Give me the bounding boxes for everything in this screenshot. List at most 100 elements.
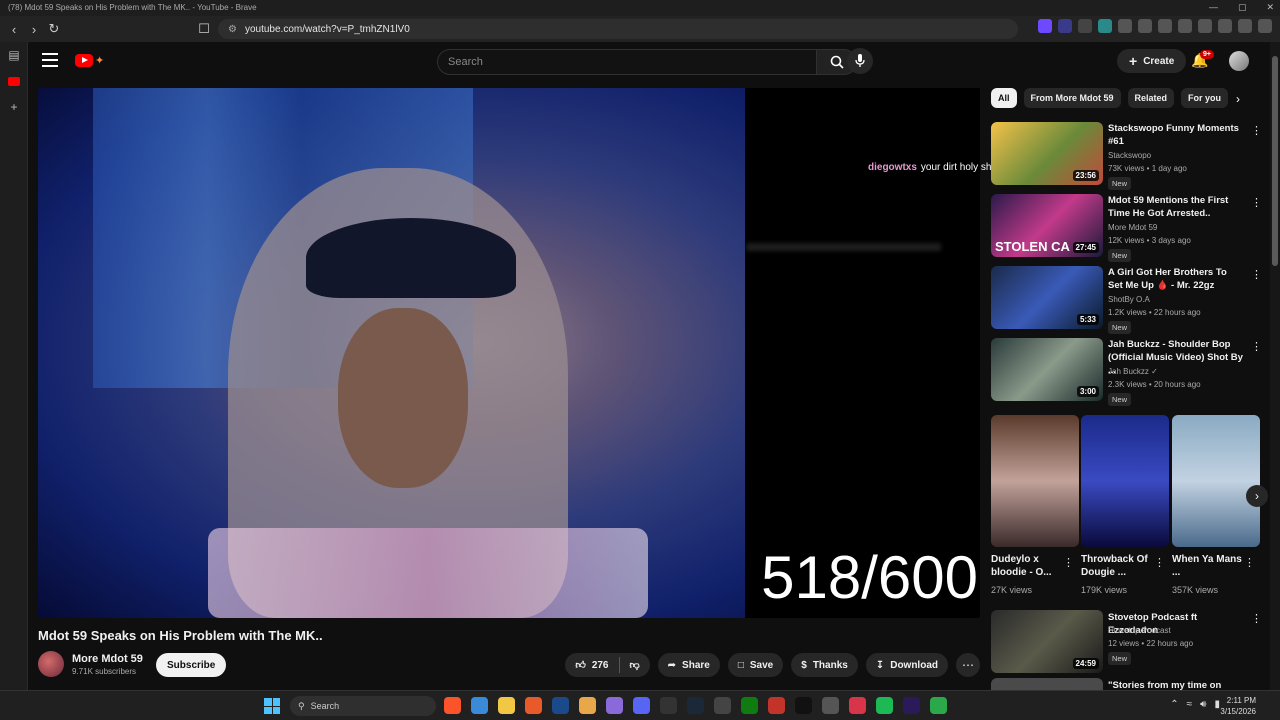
- kebab-menu-icon[interactable]: ⋮: [1251, 268, 1262, 281]
- rec-title[interactable]: Stackswopo Funny Moments #61: [1108, 122, 1244, 148]
- extension-icon[interactable]: [1038, 19, 1052, 33]
- video-player[interactable]: 518/600: [38, 88, 980, 618]
- scrollbar-thumb[interactable]: [1272, 56, 1278, 266]
- chevron-up-icon[interactable]: ⌃: [1170, 699, 1178, 710]
- rec-channel[interactable]: More Mdot 59: [1108, 223, 1157, 232]
- short-title[interactable]: Throwback Of Dougie ...: [1081, 553, 1153, 579]
- app-icon[interactable]: [714, 697, 731, 714]
- save-button[interactable]: □ Save: [727, 653, 784, 677]
- wifi-icon[interactable]: ≈: [1187, 699, 1193, 710]
- recommendation-item[interactable]: STOLEN CA 27:45 Mdot 59 Mentions the Fir…: [991, 194, 1262, 262]
- youtube-logo[interactable]: ✦: [75, 54, 104, 67]
- dislike-button[interactable]: 👎︎: [620, 653, 650, 677]
- app-icon[interactable]: [525, 697, 542, 714]
- kebab-menu-icon[interactable]: ⋮: [1154, 556, 1165, 569]
- kebab-menu-icon[interactable]: ⋮: [1251, 612, 1262, 625]
- video-thumbnail[interactable]: [991, 678, 1103, 690]
- app-icon[interactable]: [606, 697, 623, 714]
- app-icon[interactable]: [552, 697, 569, 714]
- battery-icon[interactable]: ▮: [1214, 699, 1220, 710]
- bookmark-icon[interactable]: ☐: [194, 19, 214, 39]
- channel-name[interactable]: More Mdot 59: [72, 653, 143, 665]
- close-window-button[interactable]: ✕: [1266, 2, 1274, 13]
- download-button[interactable]: ↧ Download: [865, 653, 948, 677]
- rec-channel[interactable]: Jah Buckzz ✓: [1108, 367, 1158, 376]
- address-bar[interactable]: ⚙ youtube.com/watch?v=P_tmhZN1lV0: [218, 19, 1018, 39]
- short-thumbnail[interactable]: [991, 415, 1079, 547]
- kebab-menu-icon[interactable]: ⋮: [1063, 556, 1074, 569]
- short-thumbnail[interactable]: [1172, 415, 1260, 547]
- short-title[interactable]: Dudeylo x bloodie - O...: [991, 553, 1063, 579]
- music-icon[interactable]: [1158, 19, 1172, 33]
- puzzle-icon[interactable]: [1118, 19, 1132, 33]
- rec-channel[interactable]: Stackswopo: [1108, 151, 1151, 160]
- volume-icon[interactable]: 🔊︎: [1200, 699, 1206, 710]
- search-input[interactable]: [437, 49, 817, 75]
- brave-app-icon[interactable]: [444, 697, 461, 714]
- page-scrollbar[interactable]: [1270, 42, 1280, 690]
- wallet-icon[interactable]: [1198, 19, 1212, 33]
- chevron-right-icon[interactable]: ›: [1236, 92, 1240, 106]
- app-icon[interactable]: [849, 697, 866, 714]
- thanks-button[interactable]: $ Thanks: [791, 653, 858, 677]
- app-icon[interactable]: [471, 697, 488, 714]
- add-tab-icon[interactable]: +: [0, 94, 28, 120]
- account-avatar[interactable]: [1229, 51, 1249, 71]
- short-thumbnail[interactable]: [1081, 415, 1169, 547]
- recommendation-item-partial[interactable]: "Stories from my time on Riker's: [991, 678, 1261, 690]
- create-button[interactable]: + Create: [1117, 49, 1187, 73]
- discord-icon[interactable]: [633, 697, 650, 714]
- app-icon[interactable]: [768, 697, 785, 714]
- sidebar-toggle-icon[interactable]: ▤: [0, 42, 28, 68]
- short-title[interactable]: When Ya Mans ...: [1172, 553, 1244, 579]
- kebab-menu-icon[interactable]: ⋮: [1244, 556, 1255, 569]
- chip-for-you[interactable]: For you: [1181, 88, 1229, 108]
- chip-related[interactable]: Related: [1127, 88, 1175, 108]
- recommendation-item[interactable]: 5:33 A Girl Got Her Brothers To Set Me U…: [991, 266, 1262, 334]
- extension-icon[interactable]: [1078, 19, 1092, 33]
- channel-avatar[interactable]: [38, 651, 64, 677]
- video-thumbnail[interactable]: 5:33: [991, 266, 1103, 329]
- taskbar-clock[interactable]: 2:11 PM 3/15/2026: [1220, 695, 1256, 717]
- after-effects-icon[interactable]: [903, 697, 920, 714]
- kebab-menu-icon[interactable]: ⋮: [1251, 196, 1262, 209]
- kebab-menu-icon[interactable]: ⋮: [1251, 340, 1262, 353]
- extension-icon[interactable]: [1058, 19, 1072, 33]
- taskbar-search[interactable]: ⚲ Search: [290, 696, 436, 716]
- recommendation-item[interactable]: 3:00 Jah Buckzz - Shoulder Bop (Official…: [991, 338, 1262, 406]
- subscribe-button[interactable]: Subscribe: [156, 653, 227, 677]
- ai-icon[interactable]: [1218, 19, 1232, 33]
- kebab-menu-icon[interactable]: ⋮: [1251, 124, 1262, 137]
- windows-start-icon[interactable]: [264, 698, 280, 714]
- video-thumbnail[interactable]: 24:59: [991, 610, 1103, 673]
- screenshot-icon[interactable]: [1138, 19, 1152, 33]
- rec-channel[interactable]: ShotBy O.A: [1108, 295, 1150, 304]
- rec-title[interactable]: "Stories from my time on Riker's: [1108, 679, 1244, 690]
- app-icon[interactable]: [579, 697, 596, 714]
- extension-icon[interactable]: [1098, 19, 1112, 33]
- steam-icon[interactable]: [687, 697, 704, 714]
- menu-icon[interactable]: [1258, 19, 1272, 33]
- recommendation-item[interactable]: 23:56 Stackswopo Funny Moments #61 Stack…: [991, 122, 1262, 190]
- youtube-tab-icon[interactable]: [0, 68, 28, 94]
- voice-search-button[interactable]: [847, 48, 873, 74]
- vpn-icon[interactable]: [1238, 19, 1252, 33]
- site-info-icon[interactable]: ⚙: [228, 24, 237, 35]
- recommendation-item[interactable]: 24:59 Stovetop Podcast ft Ezzodadon Stov…: [991, 610, 1262, 676]
- xbox-icon[interactable]: [741, 697, 758, 714]
- back-arrow-icon[interactable]: ‹: [4, 19, 24, 39]
- video-thumbnail[interactable]: 23:56: [991, 122, 1103, 185]
- rec-title[interactable]: A Girl Got Her Brothers To Set Me Up 🩸 -…: [1108, 266, 1244, 292]
- video-thumbnail[interactable]: 3:00: [991, 338, 1103, 401]
- file-explorer-icon[interactable]: [498, 697, 515, 714]
- reload-icon[interactable]: ↻: [44, 19, 64, 39]
- app-icon[interactable]: [930, 697, 947, 714]
- spotify-icon[interactable]: [876, 697, 893, 714]
- shorts-next-button[interactable]: ›: [1246, 485, 1268, 507]
- hamburger-menu-icon[interactable]: [42, 53, 58, 67]
- like-button[interactable]: 👍︎ 276: [565, 653, 618, 677]
- chip-from-channel[interactable]: From More Mdot 59: [1023, 88, 1121, 108]
- maximize-button[interactable]: ▢: [1238, 2, 1247, 13]
- video-thumbnail[interactable]: STOLEN CA 27:45: [991, 194, 1103, 257]
- app-icon[interactable]: [822, 697, 839, 714]
